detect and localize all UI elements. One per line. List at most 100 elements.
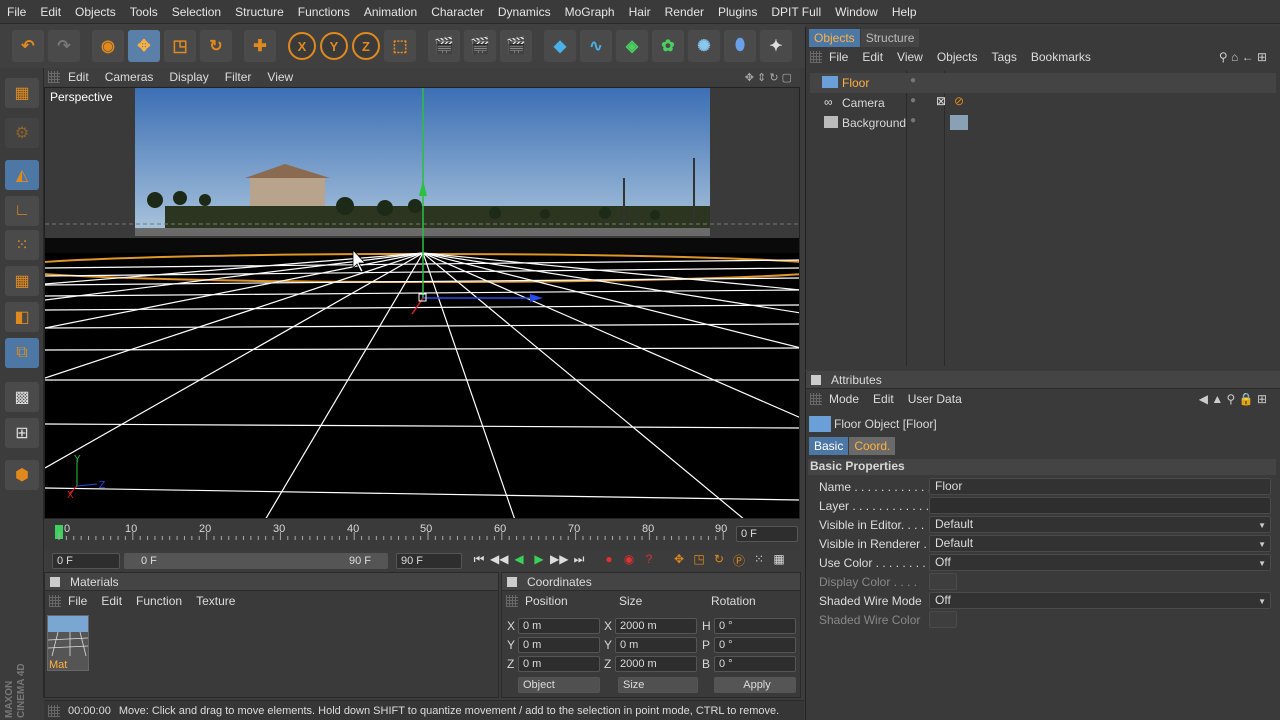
menu-render[interactable]: Render xyxy=(658,0,711,24)
autokey-icon[interactable]: ◉ xyxy=(620,552,638,569)
array-icon[interactable]: ✿ xyxy=(652,30,684,62)
z-axis-button[interactable]: Z xyxy=(352,32,380,60)
menu-hair[interactable]: Hair xyxy=(622,0,658,24)
visible-in-renderer-select[interactable]: Default xyxy=(929,535,1271,552)
target-tag-icon[interactable]: ⊠ xyxy=(936,94,946,108)
texture-tag-icon[interactable] xyxy=(950,115,968,130)
materials-menu-edit[interactable]: Edit xyxy=(94,594,129,608)
object-row-background[interactable]: Background ● xyxy=(810,113,1276,133)
viewport-menu-filter[interactable]: Filter xyxy=(217,70,260,84)
menu-tools[interactable]: Tools xyxy=(123,0,165,24)
attributes-menu-mode[interactable]: Mode xyxy=(822,392,866,406)
play-backward-icon[interactable]: ◀ xyxy=(510,552,528,569)
menu-edit[interactable]: Edit xyxy=(33,0,68,24)
size-mode-select[interactable]: Size xyxy=(618,677,698,693)
key-pla-icon[interactable]: ⁙ xyxy=(750,552,768,569)
use-color-select[interactable]: Off xyxy=(929,554,1271,571)
rotation-b-field[interactable]: 0 ° xyxy=(714,656,796,672)
make-editable-icon[interactable]: ⚙ xyxy=(5,118,39,148)
spline-icon[interactable]: ∿ xyxy=(580,30,612,62)
key-parameter-icon[interactable]: Ⓟ xyxy=(730,552,748,569)
tab-coord[interactable]: Coord. xyxy=(849,437,896,455)
visibility-dots[interactable]: ● xyxy=(910,75,916,86)
timeline-icon[interactable]: ▦ xyxy=(770,552,788,569)
menu-functions[interactable]: Functions xyxy=(291,0,357,24)
model-tool-icon[interactable]: ◭ xyxy=(5,160,39,190)
objects-menu-tags[interactable]: Tags xyxy=(985,50,1024,64)
position-x-field[interactable]: 0 m xyxy=(518,618,600,634)
viewport-menu-display[interactable]: Display xyxy=(161,70,216,84)
protection-tag-icon[interactable]: ⊘ xyxy=(954,94,964,108)
render-settings-icon[interactable]: 🎬 xyxy=(500,30,532,62)
live-select-icon[interactable]: ◉ xyxy=(92,30,124,62)
current-frame-field[interactable]: 0 F xyxy=(736,526,798,542)
object-mode-icon[interactable]: ⧉ xyxy=(5,338,39,368)
coordinate-system-icon[interactable]: ⬚ xyxy=(384,30,416,62)
workplane-icon[interactable]: ⊞ xyxy=(5,418,39,448)
key-rotation-icon[interactable]: ↻ xyxy=(710,552,728,569)
display-color-swatch[interactable] xyxy=(929,573,957,590)
panel-toggle-icon[interactable] xyxy=(50,576,60,587)
materials-menu-texture[interactable]: Texture xyxy=(189,594,242,608)
objects-menu-bookmarks[interactable]: Bookmarks xyxy=(1024,50,1098,64)
key-position-icon[interactable]: ✥ xyxy=(670,552,688,569)
menu-character[interactable]: Character xyxy=(424,0,491,24)
light-icon[interactable]: ✦ xyxy=(760,30,792,62)
visible-in-editor-select[interactable]: Default xyxy=(929,516,1271,533)
materials-menu-function[interactable]: Function xyxy=(129,594,189,608)
position-z-field[interactable]: 0 m xyxy=(518,656,600,672)
attributes-menu-user-data[interactable]: User Data xyxy=(901,392,969,406)
menu-selection[interactable]: Selection xyxy=(165,0,228,24)
play-forward-icon[interactable]: ▶ xyxy=(530,552,548,569)
name-field[interactable]: Floor xyxy=(929,478,1271,495)
menu-objects[interactable]: Objects xyxy=(68,0,123,24)
move-icon[interactable]: ✥ xyxy=(128,30,160,62)
axis-tool-icon[interactable]: ∟ xyxy=(5,196,39,226)
points-tool-icon[interactable]: ⁙ xyxy=(5,230,39,260)
tab-structure[interactable]: Structure xyxy=(860,29,920,47)
objects-menu-edit[interactable]: Edit xyxy=(855,50,890,64)
viewport-menu-view[interactable]: View xyxy=(259,70,301,84)
size-y-field[interactable]: 0 m xyxy=(615,637,697,653)
x-axis-button[interactable]: X xyxy=(288,32,316,60)
key-scale-icon[interactable]: ◳ xyxy=(690,552,708,569)
keyframe-selection-icon[interactable]: ? xyxy=(640,552,658,569)
visibility-dots[interactable]: ● xyxy=(910,95,916,106)
layer-field[interactable] xyxy=(929,497,1271,514)
redo-icon[interactable]: ↷ xyxy=(48,30,80,62)
coordinate-mode-select[interactable]: Object xyxy=(518,677,600,693)
attributes-menu-edit[interactable]: Edit xyxy=(866,392,901,406)
nurbs-icon[interactable]: ◈ xyxy=(616,30,648,62)
position-y-field[interactable]: 0 m xyxy=(518,637,600,653)
undo-icon[interactable]: ↶ xyxy=(12,30,44,62)
next-frame-icon[interactable]: ▶▶ xyxy=(550,552,568,569)
y-axis-button[interactable]: Y xyxy=(320,32,348,60)
render-view-icon[interactable]: 🎬 xyxy=(428,30,460,62)
visibility-dots[interactable]: ● xyxy=(910,115,916,126)
perspective-viewport[interactable]: Y Z X Perspective xyxy=(44,87,800,519)
panel-toggle-icon[interactable] xyxy=(507,576,517,587)
range-slider[interactable]: 0 F 90 F xyxy=(124,553,388,569)
menu-structure[interactable]: Structure xyxy=(228,0,291,24)
tab-basic[interactable]: Basic xyxy=(809,437,849,455)
timeline[interactable]: 0 10 20 30 40 50 60 70 80 90 0 F xyxy=(44,520,800,550)
menu-window[interactable]: Window xyxy=(828,0,885,24)
shaded-wire-color-swatch[interactable] xyxy=(929,611,957,628)
go-to-end-icon[interactable]: ⏭ xyxy=(570,552,588,569)
objects-menu-objects[interactable]: Objects xyxy=(930,50,985,64)
menu-file[interactable]: File xyxy=(0,0,33,24)
rotation-h-field[interactable]: 0 ° xyxy=(714,618,796,634)
size-z-field[interactable]: 2000 m xyxy=(615,656,697,672)
cube-icon[interactable]: ◆ xyxy=(544,30,576,62)
objects-menu-view[interactable]: View xyxy=(890,50,930,64)
texture-mode-icon[interactable]: ▩ xyxy=(5,382,39,412)
object-row-floor[interactable]: Floor ● xyxy=(810,73,1276,93)
materials-menu-file[interactable]: File xyxy=(61,594,94,608)
object-row-camera[interactable]: ∞ Camera ● ⊠ ⊘ xyxy=(810,93,1276,113)
layout-icon[interactable]: ▦ xyxy=(5,78,39,108)
attributes-nav-icons[interactable]: ◀ ▲ ⚲ 🔒 ⊞ xyxy=(1192,392,1274,406)
objects-menu-file[interactable]: File xyxy=(822,50,855,64)
start-frame-field[interactable]: 0 F xyxy=(52,553,120,569)
scene-icon[interactable]: ⬮ xyxy=(724,30,756,62)
viewport-menu-cameras[interactable]: Cameras xyxy=(97,70,162,84)
